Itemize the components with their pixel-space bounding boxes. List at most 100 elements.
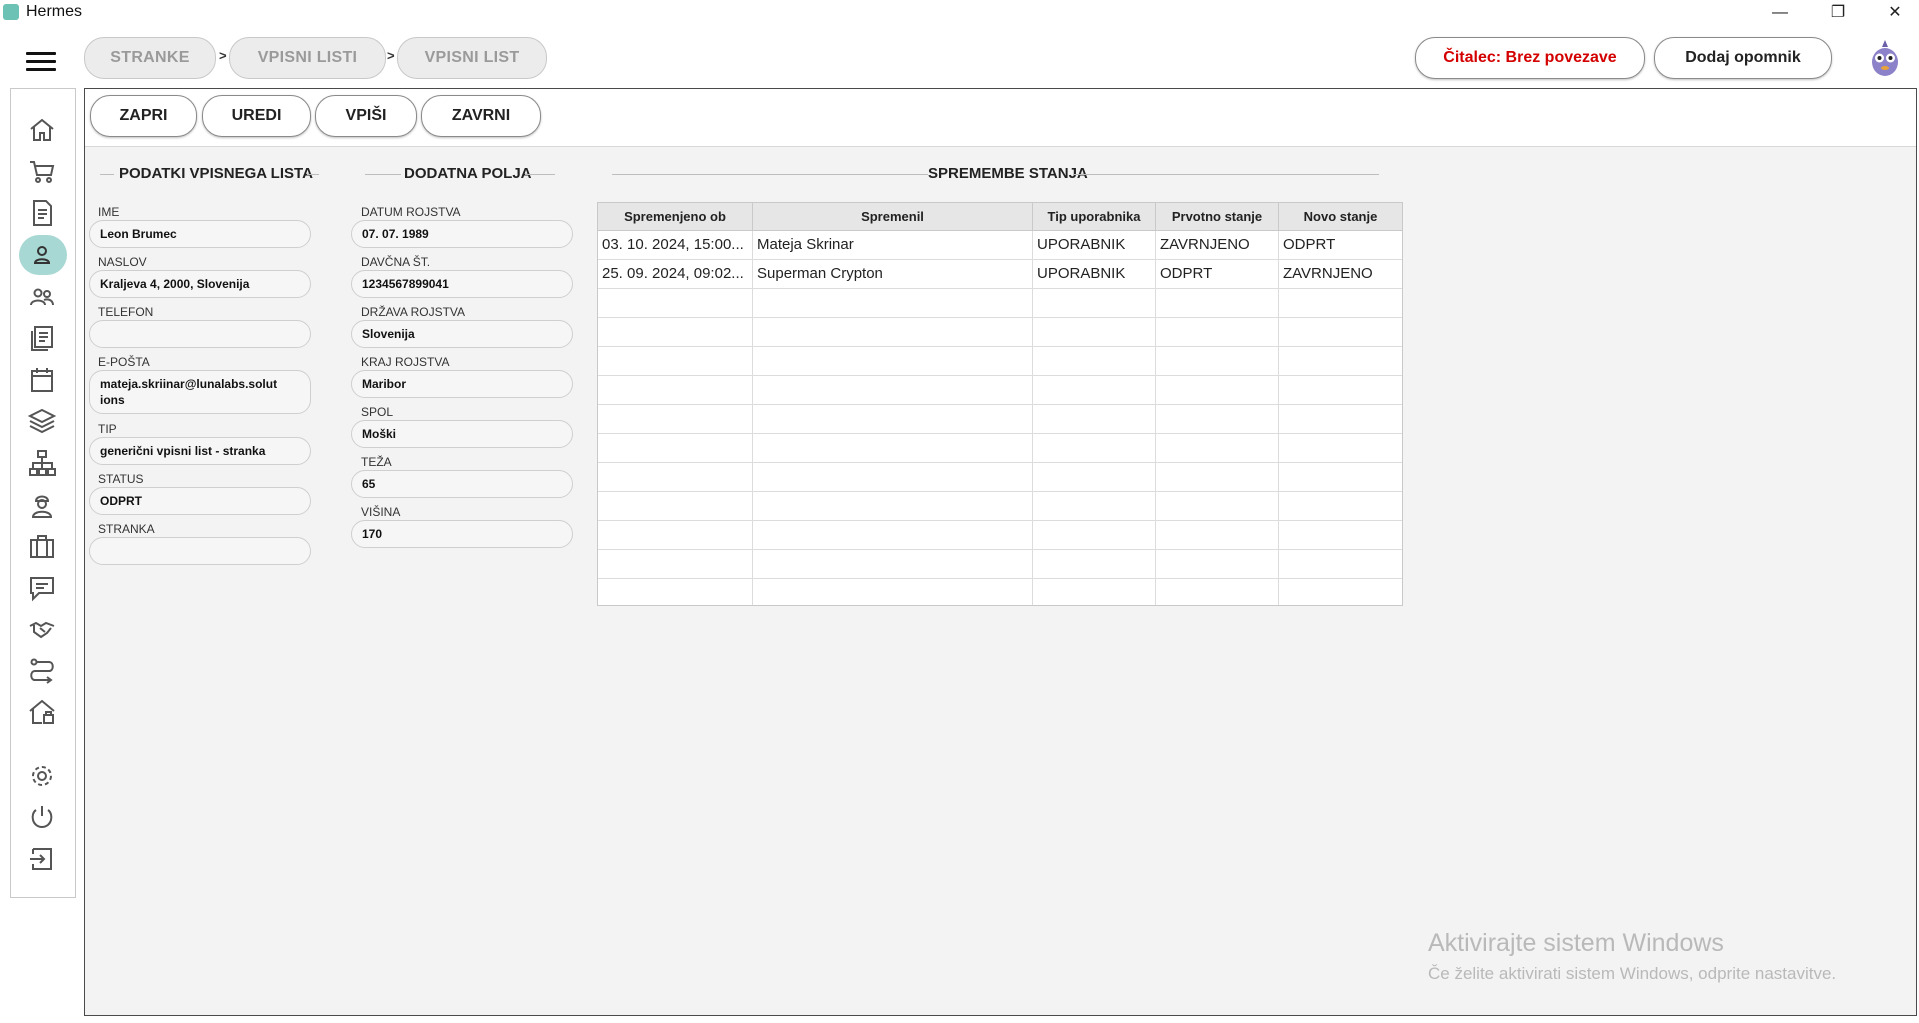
activation-watermark-title: Aktivirajte sistem Windows: [1428, 929, 1724, 957]
section-divider: [612, 174, 928, 175]
field-kraj-rojstva[interactable]: Maribor: [351, 370, 573, 398]
section-divider: [307, 174, 319, 175]
field-visina[interactable]: 170: [351, 520, 573, 548]
field-spol[interactable]: Moški: [351, 420, 573, 448]
reader-status-button[interactable]: Čitalec: Brez povezave: [1415, 37, 1645, 79]
table-cell-empty: [598, 318, 753, 347]
field-label-drzava-rojstva: DRŽAVA ROJSTVA: [361, 305, 466, 319]
table-cell[interactable]: ZAVRNJENO: [1279, 260, 1402, 289]
field-label-teza: TEŽA: [361, 455, 392, 469]
sidebar-item-logout[interactable]: [17, 840, 67, 878]
column-header[interactable]: Spremenjeno ob: [598, 203, 753, 231]
table-cell-empty: [598, 492, 753, 521]
field-value-teza: 65: [362, 477, 376, 491]
section-divider: [1073, 174, 1379, 175]
close-record-button[interactable]: ZAPRI: [90, 95, 197, 137]
avatar[interactable]: [1868, 38, 1902, 78]
field-label-visina: VIŠINA: [361, 505, 401, 519]
document-icon: [33, 200, 52, 226]
field-status[interactable]: ODPRT: [89, 487, 311, 515]
sidebar-item-layers[interactable]: [17, 402, 67, 440]
column-header[interactable]: Novo stanje: [1279, 203, 1402, 231]
enroll-button[interactable]: VPIŠI: [315, 95, 417, 137]
table-cell[interactable]: ODPRT: [1156, 260, 1279, 289]
reject-button[interactable]: ZAVRNI: [421, 95, 541, 137]
field-davcna[interactable]: 1234567899041: [351, 270, 573, 298]
field-ime[interactable]: Leon Brumec: [89, 220, 311, 248]
column-header[interactable]: Spremenil: [753, 203, 1033, 231]
table-cell-empty: [1033, 463, 1156, 492]
table-cell[interactable]: 03. 10. 2024, 15:00...: [598, 231, 753, 260]
restore-button[interactable]: ❐: [1810, 0, 1866, 26]
field-label-ime: IME: [98, 205, 120, 219]
sidebar-item-list[interactable]: [17, 319, 67, 357]
table-cell-empty: [1033, 347, 1156, 376]
table-cell-empty: [1279, 318, 1402, 347]
add-reminder-button[interactable]: Dodaj opomnik: [1654, 37, 1832, 79]
table-cell-empty: [753, 463, 1033, 492]
section-title-extra: DODATNA POLJA: [404, 165, 532, 182]
worker-icon: [31, 495, 53, 518]
table-cell-empty: [753, 434, 1033, 463]
field-teza[interactable]: 65: [351, 470, 573, 498]
field-drzava-rojstva[interactable]: Slovenija: [351, 320, 573, 348]
table-cell[interactable]: Mateja Skrinar: [753, 231, 1033, 260]
edit-button[interactable]: UREDI: [202, 95, 311, 137]
table-cell[interactable]: 25. 09. 2024, 09:02...: [598, 260, 753, 289]
table-cell[interactable]: Superman Crypton: [753, 260, 1033, 289]
menu-icon[interactable]: [26, 52, 56, 72]
sidebar-item-person[interactable]: [17, 235, 67, 275]
sidebar-item-network[interactable]: [17, 444, 67, 482]
table-cell[interactable]: ODPRT: [1279, 231, 1402, 260]
sidebar-item-route[interactable]: [17, 652, 67, 690]
table-cell-empty: [753, 405, 1033, 434]
breadcrumb-vpisni-listi[interactable]: VPISNI LISTI: [229, 37, 386, 79]
sidebar-item-calendar[interactable]: [17, 361, 67, 399]
field-tip[interactable]: generični vpisni list - stranka: [89, 437, 311, 465]
table-cell-empty: [1279, 550, 1402, 579]
table-cell-empty: [1279, 289, 1402, 318]
minimize-button[interactable]: —: [1752, 0, 1808, 26]
field-datum-rojstva[interactable]: 07. 07. 1989: [351, 220, 573, 248]
field-eposta[interactable]: mateja.skriinar@lunalabs.solut ions: [89, 370, 311, 414]
sidebar-item-briefcase[interactable]: [17, 527, 67, 565]
table-cell[interactable]: UPORABNIK: [1033, 260, 1156, 289]
sidebar-item-settings[interactable]: [17, 757, 67, 795]
table-cell-empty: [598, 376, 753, 405]
table-cell-empty: [1156, 521, 1279, 550]
field-label-davcna: DAVČNA ŠT.: [361, 255, 431, 269]
field-telefon[interactable]: [89, 320, 311, 348]
table-cell-empty: [1156, 289, 1279, 318]
sidebar-item-chat[interactable]: [17, 569, 67, 607]
table-cell[interactable]: UPORABNIK: [1033, 231, 1156, 260]
table-cell-empty: [1279, 434, 1402, 463]
breadcrumb-vpisni-list[interactable]: VPISNI LIST: [397, 37, 547, 79]
section-divider: [525, 174, 555, 175]
column-header[interactable]: Tip uporabnika: [1033, 203, 1156, 231]
table-cell-empty: [1033, 579, 1156, 605]
table-cell-empty: [598, 463, 753, 492]
column-header[interactable]: Prvotno stanje: [1156, 203, 1279, 231]
field-naslov[interactable]: Kraljeva 4, 2000, Slovenija: [89, 270, 311, 298]
sidebar-item-house[interactable]: [17, 693, 67, 731]
sidebar-item-home[interactable]: [17, 111, 67, 149]
sidebar-item-documents[interactable]: [17, 194, 67, 232]
table-cell-empty: [1279, 347, 1402, 376]
sidebar-item-worker[interactable]: [17, 486, 67, 524]
people-icon: [30, 288, 54, 306]
settings-icon: [32, 766, 52, 786]
close-button[interactable]: ✕: [1867, 0, 1919, 26]
table-cell-empty: [1156, 550, 1279, 579]
sidebar-item-cart[interactable]: [17, 152, 67, 190]
field-label-status: STATUS: [98, 472, 144, 486]
table-cell[interactable]: ZAVRNJENO: [1156, 231, 1279, 260]
breadcrumb-stranke[interactable]: STRANKE: [84, 37, 216, 79]
sidebar-item-people[interactable]: [17, 278, 67, 316]
activation-watermark-text: Če želite aktivirati sistem Windows, odp…: [1428, 964, 1837, 983]
sidebar-item-power[interactable]: [17, 798, 67, 836]
sidebar: [10, 88, 76, 898]
sidebar-item-handshake[interactable]: [17, 610, 67, 648]
field-value-telefon: [100, 321, 300, 326]
field-stranka[interactable]: [89, 537, 311, 565]
title-bar: Hermes — ❐ ✕: [0, 0, 1919, 26]
